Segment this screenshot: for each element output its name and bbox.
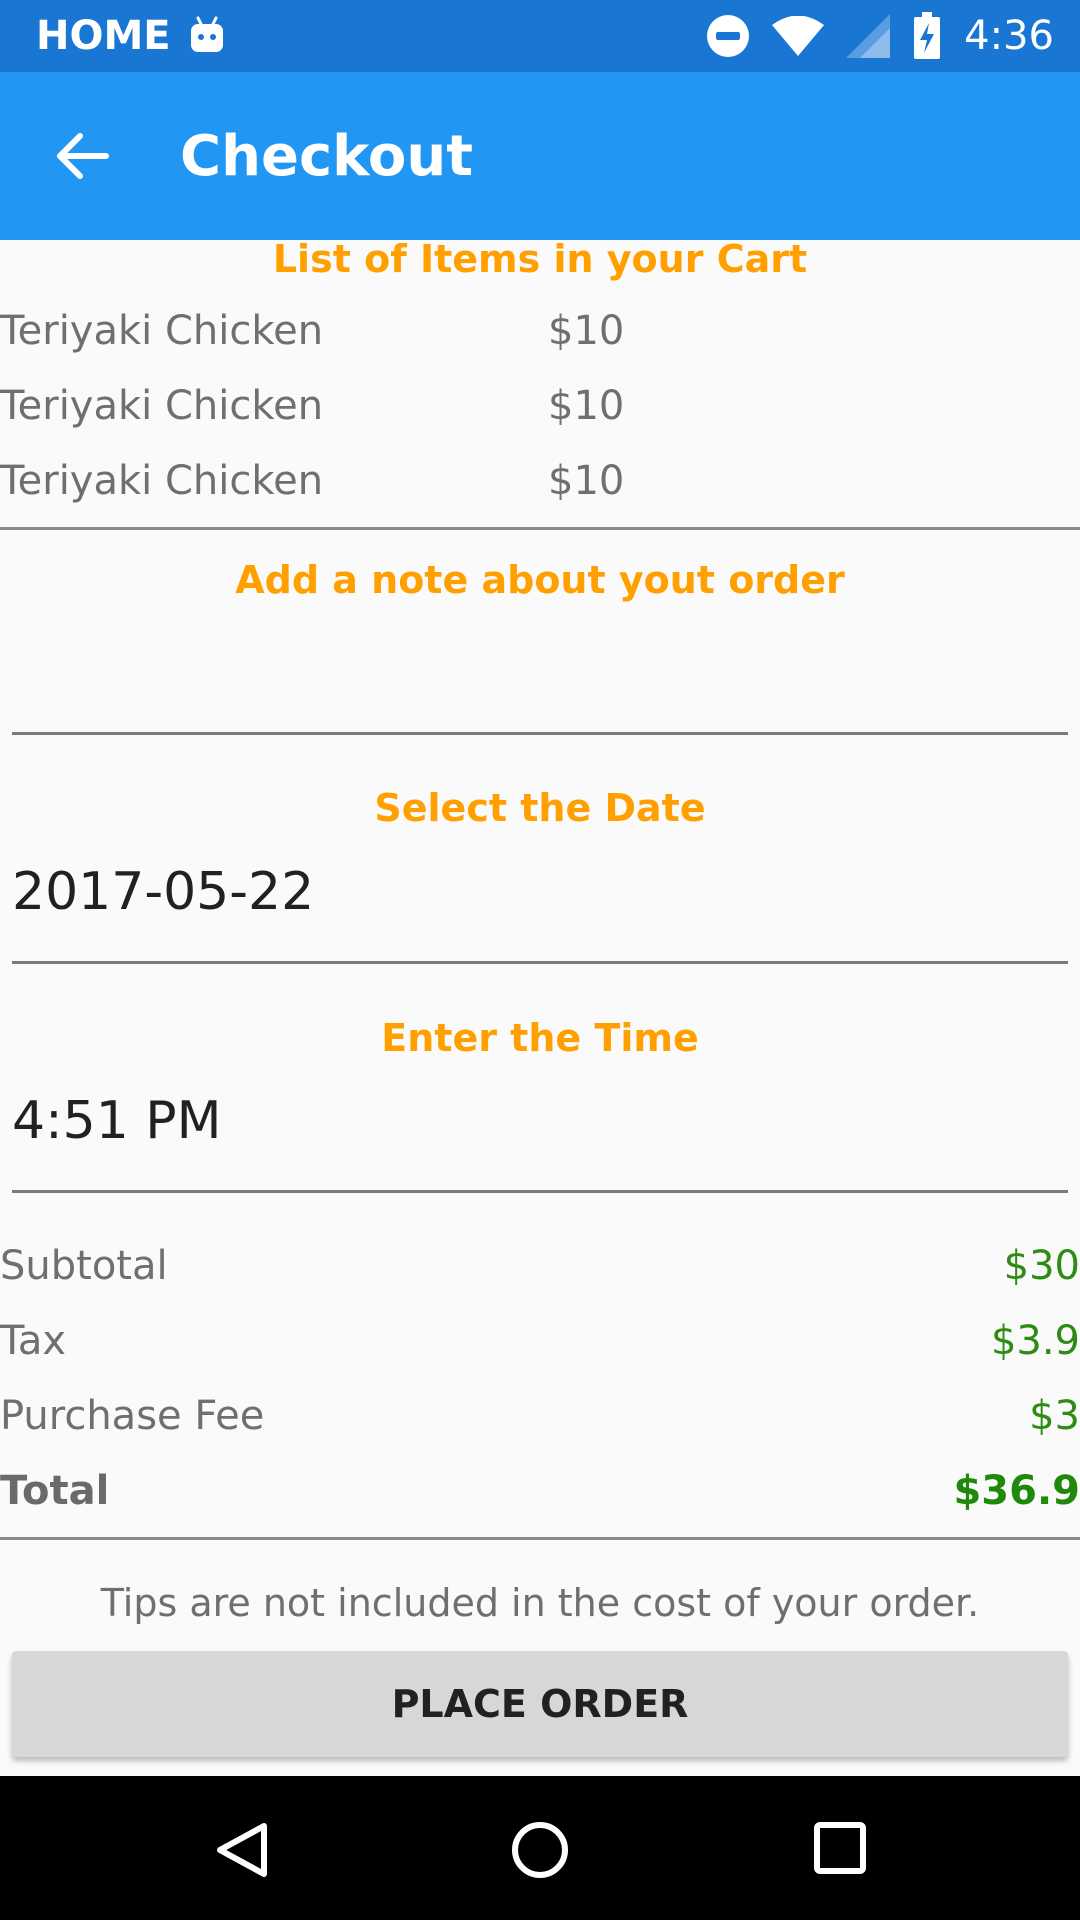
cart-item: Teriyaki Chicken $10	[0, 369, 1080, 444]
cart-heading: List of Items in your Cart	[272, 237, 808, 281]
nav-recents-icon[interactable]	[812, 1820, 868, 1876]
purchase-fee-value: $3	[1029, 1393, 1080, 1439]
tax-row: Tax $3.9	[0, 1304, 1080, 1379]
summary-divider	[0, 1537, 1080, 1540]
purchase-fee-row: Purchase Fee $3	[0, 1379, 1080, 1454]
time-field[interactable]: 4:51 PM	[12, 1083, 1068, 1159]
time-field-underline	[12, 1190, 1068, 1193]
date-field[interactable]: 2017-05-22	[12, 854, 1068, 930]
battery-charging-icon	[914, 12, 941, 59]
date-field-underline	[12, 961, 1068, 964]
nav-back-icon[interactable]	[212, 1820, 272, 1880]
purchase-fee-label: Purchase Fee	[0, 1393, 265, 1439]
subtotal-value: $30	[1003, 1243, 1080, 1289]
cart-item-price: $10	[548, 308, 625, 354]
cart-item-price: $10	[548, 458, 625, 504]
cart-item-price: $10	[548, 383, 625, 429]
tax-label: Tax	[0, 1318, 66, 1364]
cart-item-name: Teriyaki Chicken	[0, 458, 324, 504]
signal-icon	[846, 14, 891, 58]
subtotal-row: Subtotal $30	[0, 1229, 1080, 1304]
android-robot-icon	[190, 16, 223, 52]
total-row: Total $36.9	[0, 1454, 1080, 1529]
cart-item: Teriyaki Chicken $10	[0, 294, 1080, 369]
subtotal-label: Subtotal	[0, 1243, 168, 1289]
tax-value: $3.9	[990, 1318, 1080, 1364]
note-input[interactable]	[12, 620, 1068, 720]
nav-home-icon[interactable]	[510, 1820, 570, 1880]
app-bar: Checkout	[0, 72, 1080, 240]
note-input-underline	[12, 732, 1068, 735]
date-heading: Select the Date	[374, 786, 706, 830]
wifi-icon	[772, 16, 825, 56]
tips-note: Tips are not included in the cost of you…	[100, 1581, 980, 1625]
total-label: Total	[0, 1468, 110, 1514]
note-heading: Add a note about yout order	[235, 558, 845, 602]
status-left: HOME	[36, 0, 225, 72]
carrier-label: HOME	[36, 13, 171, 59]
status-bar: HOME 4:36	[0, 0, 1080, 72]
status-time: 4:36	[964, 13, 1054, 59]
total-value: $36.9	[953, 1468, 1080, 1514]
cart-divider	[0, 527, 1080, 530]
cart-item: Teriyaki Chicken $10	[0, 444, 1080, 519]
do-not-disturb-icon	[707, 15, 750, 57]
arrow-back-icon[interactable]	[52, 126, 112, 186]
place-order-button[interactable]: PLACE ORDER	[12, 1651, 1068, 1757]
cart-item-name: Teriyaki Chicken	[0, 308, 324, 354]
page-title: Checkout	[180, 123, 473, 189]
navigation-bar	[0, 1776, 1080, 1920]
status-right: 4:36	[706, 0, 1054, 72]
cart-item-name: Teriyaki Chicken	[0, 383, 324, 429]
time-heading: Enter the Time	[381, 1016, 699, 1060]
